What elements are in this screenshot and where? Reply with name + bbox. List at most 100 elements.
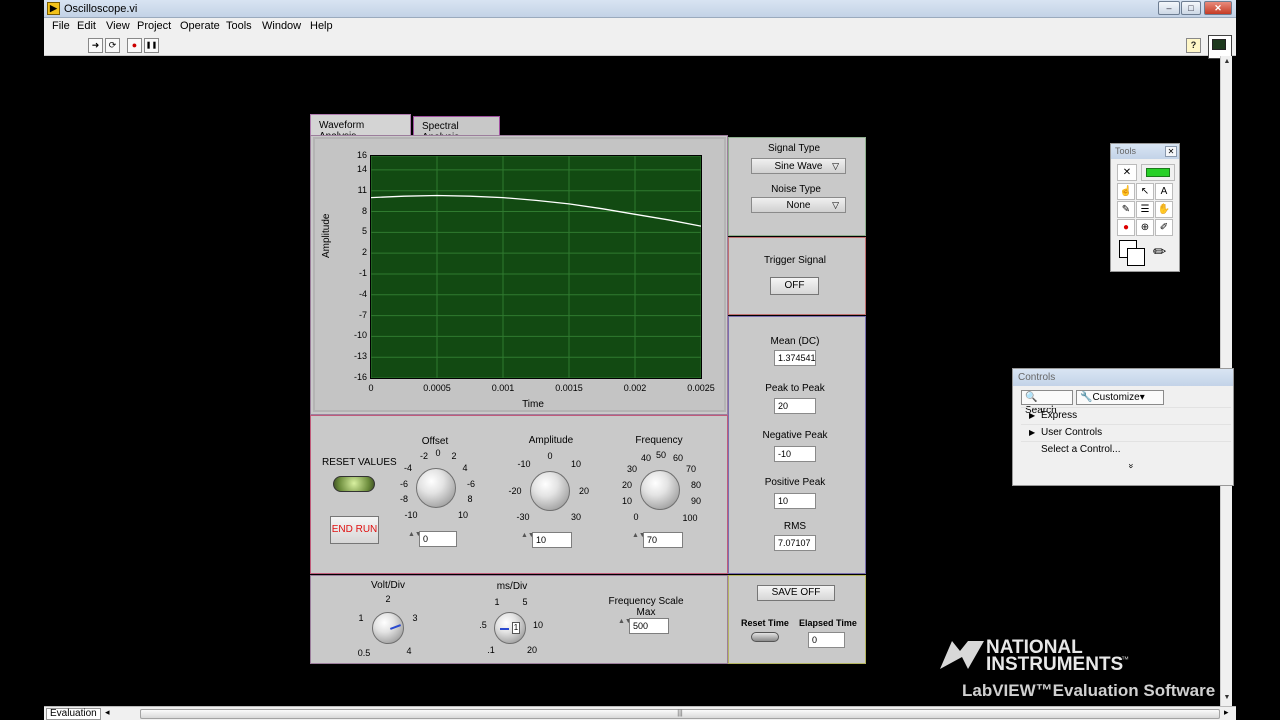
frequency-tick: 100: [682, 513, 698, 523]
abort-button[interactable]: ●: [127, 38, 142, 53]
controls-palette: Controls 🔍Search 🔧Customize▾ ▶ Express ▶ U…: [1012, 368, 1234, 486]
menu-operate[interactable]: Operate: [180, 20, 220, 32]
frequency-numeric[interactable]: 70: [643, 532, 683, 548]
ms-div-tick: .5: [479, 620, 487, 630]
amplitude-knob[interactable]: [530, 471, 570, 511]
breakpoint-tool-icon[interactable]: ●: [1117, 219, 1135, 236]
auto-tool-icon[interactable]: ✕: [1117, 164, 1137, 181]
frequency-tick: 60: [672, 453, 683, 463]
peak-to-peak-indicator: 20: [774, 398, 816, 414]
x-axis-label: Time: [522, 399, 544, 410]
operate-tool-icon[interactable]: ☝: [1117, 183, 1135, 200]
tab-spectral-analysis[interactable]: Spectral Analysis: [413, 116, 500, 143]
scroll-right-icon[interactable]: ▸: [1224, 707, 1229, 718]
title-bar: ▶ Oscilloscope.vi – □ ✕: [44, 0, 1236, 18]
offset-label: Offset: [421, 436, 449, 447]
wrench-icon: 🔧: [1080, 392, 1093, 403]
ms-div-tick: 20: [526, 645, 537, 655]
menu-file[interactable]: File: [52, 20, 70, 32]
offset-tick: -8: [399, 494, 408, 504]
ms-div-knob[interactable]: 1: [494, 612, 526, 644]
volt-div-tick: 3: [412, 613, 418, 623]
evaluation-label: Evaluation: [46, 708, 101, 720]
volt-div-label: Volt/Div: [371, 580, 405, 591]
context-help-button[interactable]: ?: [1186, 38, 1201, 53]
tools-palette: Tools ✕ ✕ ☝ ↖ A ✎ ☰ ✋ ● ⊕ ✐ ✏: [1110, 143, 1180, 272]
frequency-scale-max-numeric[interactable]: 500: [629, 618, 669, 634]
palette-search-button[interactable]: 🔍Search: [1021, 390, 1073, 416]
shortcut-menu-tool-icon[interactable]: ☰: [1136, 201, 1154, 218]
frequency-scale-max-spin-icon[interactable]: ▲▼: [618, 618, 632, 634]
offset-spin-icon[interactable]: ▲▼: [408, 531, 422, 547]
scroll-left-icon[interactable]: ◂: [105, 707, 110, 718]
close-button[interactable]: ✕: [1204, 1, 1232, 15]
noise-type-ring[interactable]: None ▽: [751, 197, 846, 213]
probe-tool-icon[interactable]: ⊕: [1136, 219, 1154, 236]
scroll-tool-icon[interactable]: ✋: [1155, 201, 1173, 218]
menu-window[interactable]: Window: [262, 20, 301, 32]
signal-type-ring[interactable]: Sine Wave ▽: [751, 158, 846, 174]
menu-help[interactable]: Help: [310, 20, 333, 32]
y-tick-label: 14: [356, 163, 367, 174]
offset-tick: -6: [399, 479, 408, 489]
rms-indicator: 7.07107: [774, 535, 816, 551]
color-tool-background-icon[interactable]: [1127, 248, 1145, 266]
x-tick-label: 0.001: [491, 383, 515, 393]
horizontal-scroll-thumb[interactable]: |||: [140, 709, 1220, 719]
menu-project[interactable]: Project: [137, 20, 171, 32]
ms-div-tick: .1: [487, 645, 495, 655]
palette-item-select-control[interactable]: Select a Control...: [1021, 441, 1231, 458]
elapsed-time-label: Elapsed Time: [799, 618, 857, 628]
wiring-tool-icon[interactable]: ✎: [1117, 201, 1135, 218]
x-tick-label: 0: [368, 383, 374, 393]
amplitude-numeric[interactable]: 10: [532, 532, 572, 548]
coloring-tool-icon[interactable]: ✏: [1153, 242, 1166, 262]
end-run-button[interactable]: END RUN: [330, 516, 379, 544]
run-continuously-button[interactable]: ⟳: [105, 38, 120, 53]
horizontal-scrollbar[interactable]: |||: [140, 709, 1220, 719]
trigger-signal-button[interactable]: OFF: [770, 277, 819, 295]
amplitude-spin-icon[interactable]: ▲▼: [521, 532, 535, 548]
volt-div-knob[interactable]: [372, 612, 404, 644]
ms-div-label: ms/Div: [496, 581, 528, 592]
color-copy-tool-icon[interactable]: ✐: [1155, 219, 1173, 236]
frequency-spin-icon[interactable]: ▲▼: [632, 532, 646, 548]
reset-values-led-button[interactable]: [333, 476, 375, 492]
menu-edit[interactable]: Edit: [77, 20, 96, 32]
menu-tools[interactable]: Tools: [226, 20, 252, 32]
reset-time-button[interactable]: [751, 632, 779, 642]
palette-customize-button[interactable]: 🔧Customize▾: [1076, 390, 1164, 405]
palette-item-express[interactable]: ▶ Express: [1021, 407, 1231, 424]
offset-knob[interactable]: [416, 468, 456, 508]
save-button[interactable]: SAVE OFF: [757, 585, 835, 601]
auto-tool-indicator[interactable]: [1141, 164, 1175, 181]
frequency-knob[interactable]: [640, 470, 680, 510]
close-icon[interactable]: ✕: [1165, 146, 1177, 157]
frequency-tick: 80: [690, 480, 701, 490]
x-tick-label: 0.0025: [687, 383, 715, 393]
text-tool-icon[interactable]: A: [1155, 183, 1173, 200]
pause-button[interactable]: ❚❚: [144, 38, 159, 53]
scroll-up-icon[interactable]: ▲: [1221, 56, 1233, 68]
minimize-button[interactable]: –: [1158, 1, 1180, 15]
reset-values-label: RESET VALUES: [322, 457, 397, 468]
controls-palette-title: Controls: [1013, 369, 1233, 386]
waveform-plot-area[interactable]: [370, 155, 702, 379]
logo-trademark: ™: [1121, 655, 1129, 664]
y-tick-label: -1: [358, 267, 367, 278]
palette-item-user-controls[interactable]: ▶ User Controls: [1021, 424, 1231, 441]
amplitude-tick: 30: [570, 512, 581, 522]
tab-waveform-analysis[interactable]: Waveform Analysis: [310, 114, 411, 142]
negative-peak-label: Negative Peak: [762, 430, 828, 441]
menu-view[interactable]: View: [106, 20, 130, 32]
national-instruments-logo: NATIONAL INSTRUMENTS ™ LabVIEW™Evaluatio…: [938, 637, 1228, 707]
run-button[interactable]: ➜: [88, 38, 103, 53]
offset-numeric[interactable]: 0: [419, 531, 457, 547]
expand-more-icon[interactable]: »: [1127, 463, 1137, 468]
y-tick-label: 11: [357, 184, 367, 195]
offset-tick: -4: [403, 463, 412, 473]
y-tick-label: 2: [361, 247, 367, 258]
y-tick-label: -4: [358, 288, 367, 299]
maximize-button[interactable]: □: [1181, 1, 1201, 15]
position-tool-icon[interactable]: ↖: [1136, 183, 1154, 200]
